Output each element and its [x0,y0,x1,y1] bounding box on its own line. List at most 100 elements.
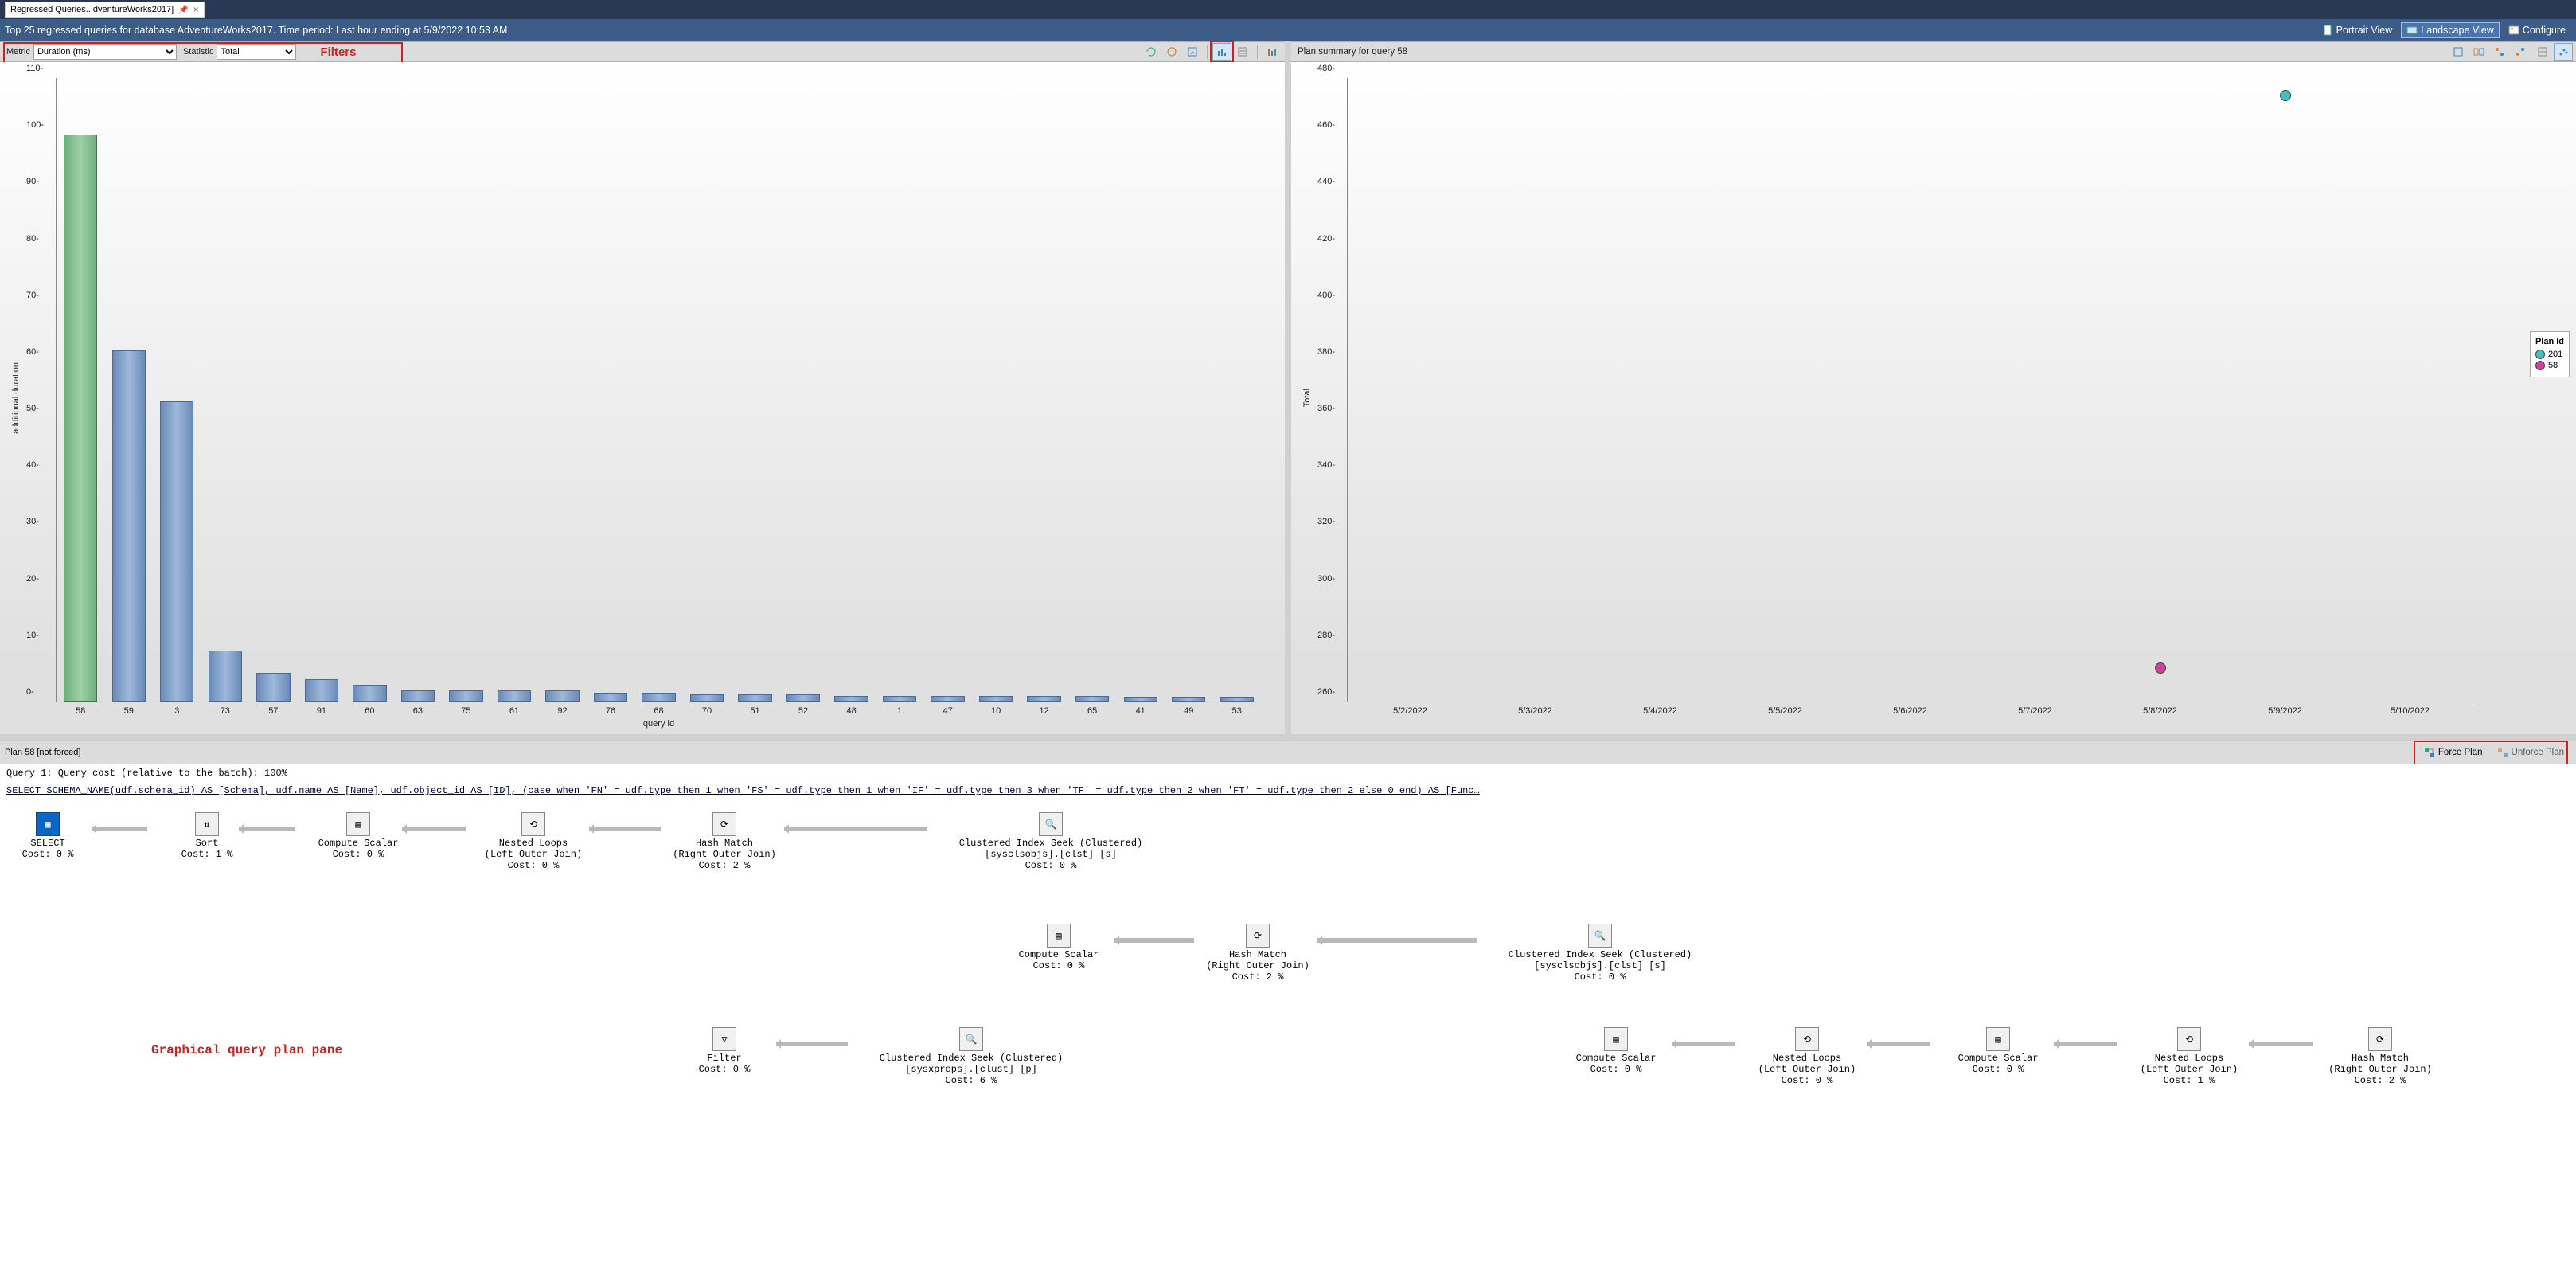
y-axis-label-2: Total [1299,389,1315,407]
query-sql-line: SELECT SCHEMA_NAME(udf.schema_id) AS [Sc… [0,782,2576,799]
view-query-button[interactable] [1162,43,1181,61]
chart-bar[interactable] [498,690,531,702]
plan-arrow [402,827,466,831]
chart-bar[interactable] [834,696,868,702]
chart-bar[interactable] [545,690,579,702]
chart-point[interactable] [2280,90,2291,101]
plan-node-compute-scalar[interactable]: ▤ Compute Scalar Cost: 0 % [287,812,430,860]
vertical-splitter[interactable] [1285,41,1291,734]
configure-icon [2508,25,2519,36]
filter-icon: ▽ [712,1027,736,1051]
chart-bar[interactable] [160,401,193,702]
metric-select[interactable]: Duration (ms) [33,44,177,60]
chart-bar[interactable] [449,690,482,702]
plan-node-select[interactable]: ▦ SELECT Cost: 0 % [8,812,88,860]
plan-grid-button[interactable] [2533,43,2552,61]
plan-arrow [1114,938,1194,943]
force-plan-icon [2424,747,2435,758]
compare-plans-button[interactable] [2469,43,2488,61]
refresh-plan-button[interactable] [2449,43,2468,61]
scatter-chart[interactable]: 260-280-300-320-340-360-380-400-420-440-… [1347,78,2473,702]
chart-bar[interactable] [353,685,386,702]
chart-bar[interactable] [1220,697,1254,702]
force-plan-button[interactable]: Force Plan [2417,744,2490,761]
plan-node-nested-loops[interactable]: ⟲ Nested Loops (Left Outer Join) Cost: 1… [2117,1027,2261,1086]
chart-bar[interactable] [64,135,97,702]
chart-bar[interactable] [883,696,916,702]
chart-bar[interactable] [112,350,146,702]
statistic-select[interactable]: Total [217,44,296,60]
configure-button[interactable]: Configure [2503,22,2571,38]
plan-node-compute-scalar[interactable]: ▤ Compute Scalar Cost: 0 % [1926,1027,2070,1075]
pin-icon[interactable]: 📌 [178,6,188,14]
plan-chart-type-b[interactable] [2511,43,2530,61]
plan-scatter-button[interactable] [2554,43,2573,61]
nested-loops-icon: ⟲ [521,812,545,836]
tab-title: Regressed Queries...dventureWorks2017] [10,5,174,14]
plan-node-index-seek[interactable]: 🔍 Clustered Index Seek (Clustered) [sysx… [844,1027,1099,1086]
track-query-button[interactable] [1183,43,1202,61]
chart-bar[interactable] [690,694,724,702]
nested-loops-icon: ⟲ [2177,1027,2201,1051]
chart-bar[interactable] [594,693,627,702]
grid-view-button[interactable] [1233,43,1252,61]
plan-arrow [1867,1042,1930,1046]
select-icon: ▦ [36,812,60,836]
chart-point[interactable] [2155,662,2166,674]
hash-match-icon: ⟳ [712,812,736,836]
plan-node-filter[interactable]: ▽ Filter Cost: 0 % [653,1027,796,1075]
chart-bar[interactable] [1075,696,1109,702]
plan-graph-pane[interactable]: Query 1: Query cost (relative to the bat… [0,764,2576,1278]
horizontal-splitter[interactable] [0,734,2576,741]
plan-node-compute-scalar[interactable]: ▤ Compute Scalar Cost: 0 % [987,924,1130,971]
plan-status-title: Plan 58 [not forced] [5,748,80,757]
separator [1207,45,1208,59]
chart-bar[interactable] [1172,697,1205,702]
unforce-plan-label: Unforce Plan [2512,748,2564,757]
portrait-view-button[interactable]: Portrait View [2316,22,2398,38]
chart-bar[interactable] [979,696,1013,702]
plan-legend: Plan Id 20158 [2530,331,2570,377]
chart-bar[interactable] [738,694,771,702]
chart-bar[interactable] [1027,696,1060,702]
compute-icon: ▤ [1047,924,1071,948]
detail-chart-button[interactable] [1263,43,1282,61]
close-icon[interactable]: × [193,4,199,15]
chart-bar[interactable] [305,679,338,702]
configure-label: Configure [2523,25,2566,36]
plan-arrow [2054,1042,2117,1046]
plan-node-hash-match[interactable]: ⟳ Hash Match (Right Outer Join) Cost: 2 … [1186,924,1329,983]
compute-icon: ▤ [1604,1027,1628,1051]
chart-view-button[interactable] [1212,43,1231,61]
chart-bar[interactable] [256,673,290,702]
plan-node-nested-loops[interactable]: ⟲ Nested Loops (Left Outer Join) Cost: 0… [462,812,605,871]
plan-node-nested-loops[interactable]: ⟲ Nested Loops (Left Outer Join) Cost: 0… [1735,1027,1879,1086]
chart-bar[interactable] [401,690,435,702]
plan-arrow [2249,1042,2313,1046]
plan-node-index-seek[interactable]: 🔍 Clustered Index Seek (Clustered) [sysc… [923,812,1178,871]
chart-bar[interactable] [642,693,675,702]
compute-icon: ▤ [1986,1027,2010,1051]
chart-bar[interactable] [786,694,820,702]
plan-node-compute-scalar[interactable]: ▤ Compute Scalar Cost: 0 % [1544,1027,1688,1075]
chart-bar[interactable] [931,696,964,702]
sort-icon: ⇅ [195,812,219,836]
plan-arrow [776,1042,848,1046]
x-axis-label: query id [643,719,674,729]
refresh-button[interactable] [1142,43,1161,61]
y-axis-label: additional duration [8,362,24,434]
bar-chart[interactable]: query id 0-10-20-30-40-50-60-70-80-90-10… [56,78,1261,702]
plan-node-hash-match[interactable]: ⟳ Hash Match (Right Outer Join) Cost: 2 … [2309,1027,2452,1086]
landscape-view-button[interactable]: Landscape View [2401,22,2500,38]
plan-node-sort[interactable]: ⇅ Sort Cost: 1 % [135,812,279,860]
plan-arrow [784,827,927,831]
plan-node-hash-match[interactable]: ⟳ Hash Match (Right Outer Join) Cost: 2 … [653,812,796,871]
plan-node-index-seek[interactable]: 🔍 Clustered Index Seek (Clustered) [sysc… [1473,924,1727,983]
unforce-plan-button[interactable]: Unforce Plan [2490,744,2571,761]
plan-chart-type-a[interactable] [2490,43,2509,61]
chart-bar[interactable] [1124,697,1157,702]
document-tab[interactable]: Regressed Queries...dventureWorks2017] 📌… [5,2,205,18]
tab-strip: Regressed Queries...dventureWorks2017] 📌… [0,0,2576,19]
nested-loops-icon: ⟲ [1795,1027,1819,1051]
chart-bar[interactable] [209,651,242,702]
